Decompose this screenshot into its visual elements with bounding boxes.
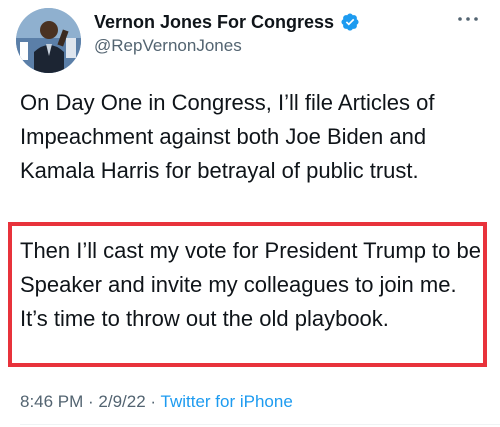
tweet-metadata: 8:46 PM · 2/9/22 · Twitter for iPhone (20, 392, 293, 412)
meta-separator-2: · (145, 392, 161, 411)
verified-badge-icon (340, 12, 360, 32)
author-name-row[interactable]: Vernon Jones For Congress (94, 10, 360, 34)
tweet-text-paragraph-2: Then I’ll cast my vote for President Tru… (20, 238, 481, 331)
tweet-header: Vernon Jones For Congress @RepVernonJone… (0, 0, 500, 84)
avatar[interactable] (16, 8, 81, 73)
author-display-name[interactable]: Vernon Jones For Congress (94, 12, 334, 33)
tweet-source-link[interactable]: Twitter for iPhone (161, 392, 293, 411)
author-handle[interactable]: @RepVernonJones (94, 36, 242, 56)
tweet-time[interactable]: 8:46 PM (20, 392, 83, 411)
avatar-image (16, 8, 81, 73)
meta-separator-1: · (83, 392, 99, 411)
more-options-icon[interactable] (452, 8, 484, 30)
tweet-text-paragraph-1: On Day One in Congress, I’ll file Articl… (20, 90, 435, 183)
divider (20, 424, 500, 425)
tweet-date[interactable]: 2/9/22 (98, 392, 145, 411)
